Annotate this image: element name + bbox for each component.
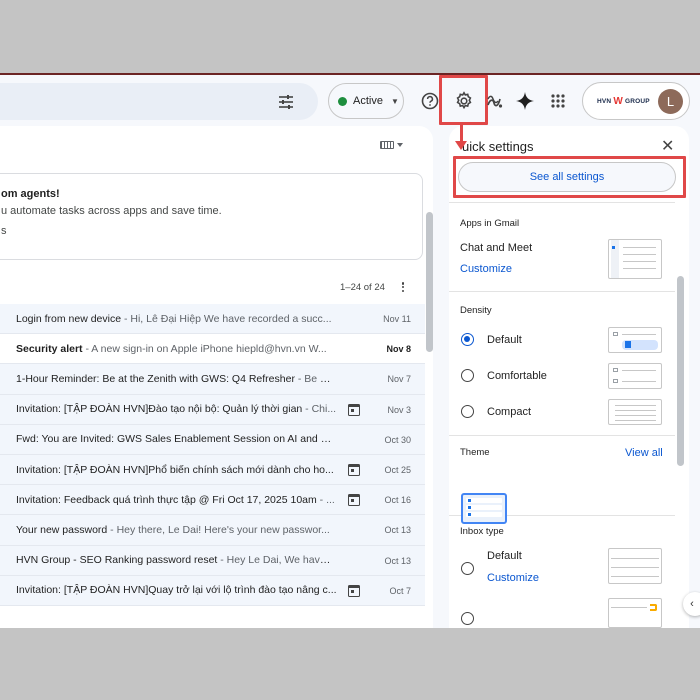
caret-down-icon xyxy=(397,143,403,147)
email-date: Oct 25 xyxy=(384,464,411,475)
promo-title: om agents! xyxy=(1,188,60,200)
inbox-default-radio[interactable] xyxy=(461,562,474,575)
email-date: Nov 3 xyxy=(387,404,411,415)
mail-scrollbar[interactable] xyxy=(426,212,433,352)
email-row[interactable]: Fwd: You are Invited: GWS Sales Enableme… xyxy=(0,424,425,455)
settings-gear-icon[interactable] xyxy=(452,89,476,113)
email-date: Nov 7 xyxy=(387,374,411,385)
see-all-settings-button[interactable]: See all settings xyxy=(458,162,676,192)
email-row[interactable]: Login from new device - Hi, Lê Đại Hiệp … xyxy=(0,304,425,335)
inbox-important-thumbnail xyxy=(608,598,662,628)
keyboard-icon xyxy=(380,141,394,149)
chat-meet-thumbnail xyxy=(608,239,662,279)
email-row[interactable]: Invitation: Feedback quá trình thực tập … xyxy=(0,485,425,516)
status-label: Active xyxy=(353,95,383,107)
gemini-icon[interactable] xyxy=(514,90,536,112)
email-row[interactable]: 1-Hour Reminder: Be at the Zenith with G… xyxy=(0,364,425,395)
divider xyxy=(449,291,675,292)
brand-right-text: GROUP xyxy=(624,97,650,105)
input-tools-toggle[interactable] xyxy=(380,141,403,149)
apps-script-icon[interactable] xyxy=(484,90,506,112)
quick-settings-panel: uick settings ✕ See all settings Apps in… xyxy=(449,126,689,628)
account-pill[interactable]: HVN W GROUP L xyxy=(582,82,690,120)
chat-meet-label: Chat and Meet xyxy=(460,242,533,254)
calendar-icon xyxy=(348,403,360,416)
calendar-icon xyxy=(348,463,360,476)
density-compact-label: Compact xyxy=(487,406,532,418)
mail-list: Login from new device - Hi, Lê Đại Hiệp … xyxy=(0,304,425,606)
email-row[interactable]: Invitation: [TẬP ĐOÀN HVN]Quay trở lại v… xyxy=(0,575,425,606)
density-default-thumbnail xyxy=(608,327,662,353)
theme-view-all-link[interactable]: View all xyxy=(625,447,663,459)
density-compact-radio[interactable] xyxy=(461,405,474,418)
hvn-group-logo: HVN W GROUP xyxy=(597,96,650,107)
inbox-type-section-title: Inbox type xyxy=(460,526,504,537)
help-icon[interactable] xyxy=(419,90,441,112)
pagination-label: 1–24 of 24 xyxy=(340,282,385,293)
email-row[interactable]: Your new password - Hey there, Le Dai! H… xyxy=(0,515,425,546)
close-icon[interactable]: ✕ xyxy=(661,136,674,156)
density-section-title: Density xyxy=(460,305,492,316)
density-compact-thumbnail xyxy=(608,399,662,425)
avatar[interactable]: L xyxy=(658,89,683,114)
quick-settings-scrollbar[interactable] xyxy=(677,276,684,466)
divider xyxy=(449,202,675,203)
density-default-label: Default xyxy=(487,334,522,346)
status-selector[interactable]: Active ▼ xyxy=(328,83,404,119)
inbox-default-thumbnail xyxy=(608,548,662,584)
email-row[interactable]: Invitation: [TẬP ĐOÀN HVN]Đào tạo nội bộ… xyxy=(0,394,425,425)
chevron-left-icon[interactable]: ‹ xyxy=(683,592,700,616)
divider xyxy=(449,435,675,436)
promo-link[interactable]: s xyxy=(1,225,7,237)
theme-section-title: Theme xyxy=(460,447,490,458)
more-vert-icon[interactable] xyxy=(398,280,408,294)
density-comfortable-radio[interactable] xyxy=(461,369,474,382)
quick-settings-title: uick settings xyxy=(460,139,534,154)
brand-mark: W xyxy=(613,95,623,107)
apps-customize-link[interactable]: Customize xyxy=(460,263,512,275)
email-row[interactable]: HVN Group - SEO Ranking password reset -… xyxy=(0,545,425,576)
annotation-arrow xyxy=(455,124,467,150)
email-row[interactable]: Invitation: [TẬP ĐOÀN HVN]Phổ biến chính… xyxy=(0,454,425,486)
density-comfortable-thumbnail xyxy=(608,363,662,389)
promo-subtitle: u automate tasks across apps and save ti… xyxy=(1,205,222,217)
gmail-window: Active ▼ HVN W GROUP L om agents! u auto… xyxy=(0,73,700,628)
google-apps-icon[interactable] xyxy=(547,90,569,112)
density-default-radio[interactable] xyxy=(461,333,474,346)
calendar-icon xyxy=(348,494,360,507)
theme-thumbnail[interactable] xyxy=(461,493,507,524)
promo-card: om agents! u automate tasks across apps … xyxy=(0,173,423,260)
apps-section-title: Apps in Gmail xyxy=(460,218,520,229)
email-date: Nov 8 xyxy=(386,344,411,355)
inbox-important-radio[interactable] xyxy=(461,612,474,625)
email-date: Oct 30 xyxy=(384,434,411,445)
search-options-icon[interactable] xyxy=(276,92,296,112)
mail-panel: om agents! u automate tasks across apps … xyxy=(0,126,433,628)
search-bar[interactable] xyxy=(0,83,318,120)
inbox-default-label: Default xyxy=(487,550,522,562)
email-date: Nov 11 xyxy=(383,314,411,324)
calendar-icon xyxy=(348,584,360,597)
status-dot xyxy=(338,96,347,106)
chevron-down-icon: ▼ xyxy=(390,96,399,106)
brand-left-text: HVN xyxy=(597,97,612,105)
density-comfortable-label: Comfortable xyxy=(487,370,547,382)
email-row[interactable]: Security alert - A new sign-in on Apple … xyxy=(0,334,425,365)
email-date: Oct 7 xyxy=(389,585,411,596)
inbox-customize-link[interactable]: Customize xyxy=(487,572,539,584)
email-date: Oct 13 xyxy=(384,555,411,566)
email-date: Oct 16 xyxy=(384,495,411,506)
email-date: Oct 13 xyxy=(384,525,411,536)
